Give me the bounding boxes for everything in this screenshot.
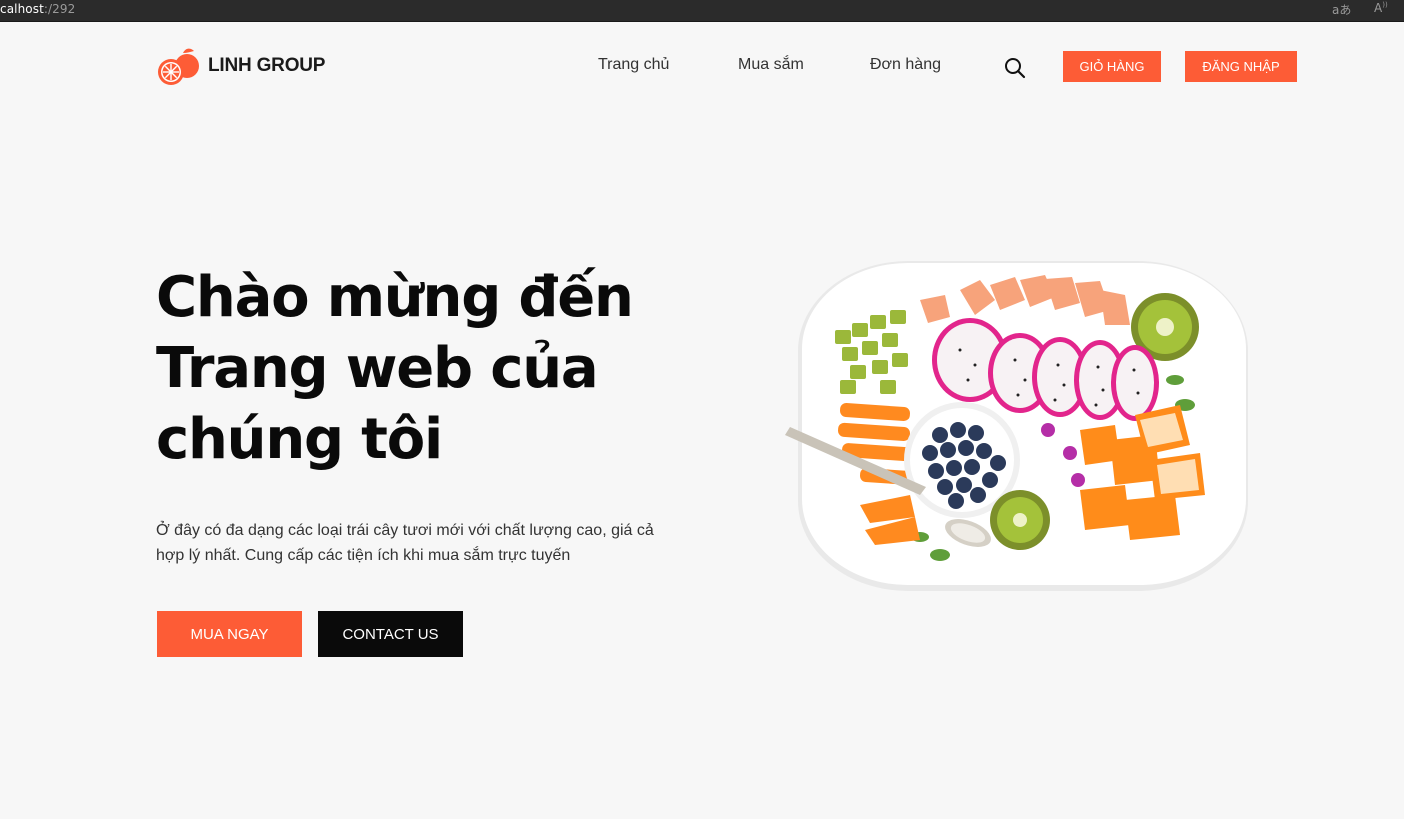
translate-icon[interactable]: aあ [1332,1,1351,18]
orange-fruit-icon [158,48,199,85]
brand-logo[interactable]: LINH GROUP [156,43,325,89]
login-button[interactable]: ĐĂNG NHẬP [1185,51,1297,82]
browser-address-bar: calhost:/292 aあ A)) [0,0,1404,22]
url-host: calhost [0,2,44,16]
fruit-plate-image [785,261,1248,591]
hero-description-line: Ở đây có đa dạng các loại trái cây tươi … [156,522,654,539]
nav-item-home[interactable]: Trang chủ [598,56,669,74]
hero-description: Ở đây có đa dạng các loại trái cây tươi … [156,518,726,568]
hero-description-line: hợp lý nhất. Cung cấp các tiện ích khi m… [156,547,571,564]
hero-title-line: chúng tôi [156,407,443,472]
hero-title-line: Chào mừng đến [156,265,634,330]
address-url[interactable]: calhost:/292 [0,2,75,16]
hero-title: Chào mừng đến Trang web của chúng tôi [156,262,716,475]
cart-button[interactable]: GIỎ HÀNG [1063,51,1161,82]
brand-name: LINH GROUP [208,55,326,76]
nav-item-shop[interactable]: Mua sắm [738,56,804,74]
contact-us-button[interactable]: CONTACT US [318,611,463,657]
read-aloud-icon[interactable]: A)) [1374,1,1388,15]
url-port: :/292 [43,2,76,16]
search-icon[interactable] [1004,57,1026,79]
hero-title-line: Trang web của [156,336,599,401]
buy-now-button[interactable]: MUA NGAY [157,611,302,657]
nav-item-orders[interactable]: Đơn hàng [870,56,941,74]
